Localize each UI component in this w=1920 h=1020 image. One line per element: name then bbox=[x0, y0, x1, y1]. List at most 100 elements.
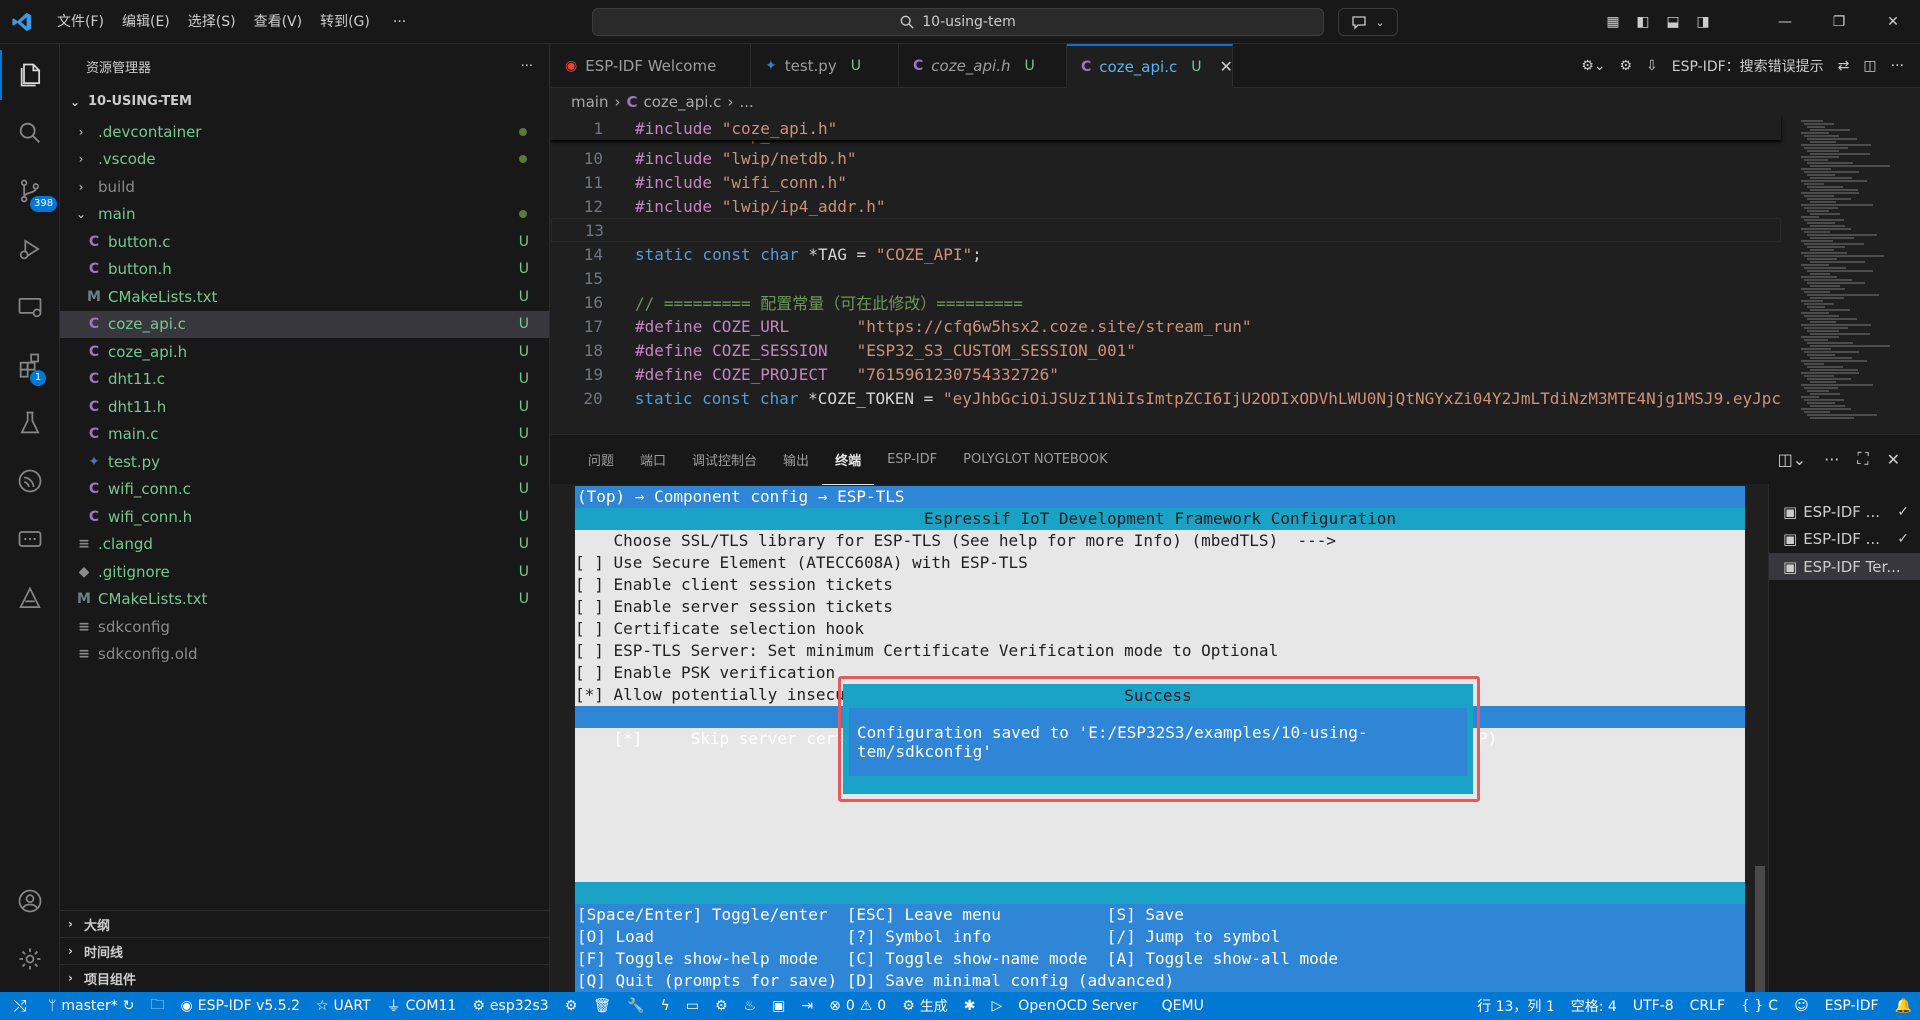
terminal-instance[interactable]: ▣ ESP-IDF ... ✓ bbox=[1769, 498, 1920, 525]
breadcrumb-folder[interactable]: main bbox=[571, 93, 608, 111]
explorer-icon[interactable] bbox=[0, 50, 60, 100]
code-line[interactable]: 13 bbox=[551, 218, 1781, 242]
full-clean-icon[interactable]: 🗑 bbox=[585, 992, 619, 1020]
code-line[interactable]: 18 #define COZE_SESSION "ESP32_S3_CUSTOM_… bbox=[551, 338, 1781, 362]
tree-item[interactable]: ◆ .gitignore U bbox=[60, 558, 549, 585]
flash-lightning-icon[interactable]: ϟ bbox=[653, 992, 678, 1020]
menu-go[interactable]: 转到(G) bbox=[311, 0, 379, 44]
menuconfig-option[interactable]: [ ] Enable client session tickets bbox=[575, 574, 1745, 596]
panel-tab[interactable]: 调试控制台 bbox=[679, 435, 770, 485]
toggle-secondary-icon[interactable]: ◨ bbox=[1688, 14, 1718, 30]
terminal-icon[interactable]: ▣ bbox=[764, 992, 793, 1020]
restore-icon[interactable]: ❐ bbox=[1812, 14, 1866, 30]
menuconfig-option[interactable]: [ ] ESP-TLS Server: Set minimum Certific… bbox=[575, 640, 1745, 662]
git-branch[interactable]: ᛘ master* ↻ bbox=[40, 992, 143, 1020]
tree-item[interactable]: Cwifi_conn.h U bbox=[60, 503, 549, 530]
project-components-section[interactable]: › 项目组件 bbox=[60, 964, 549, 991]
tree-item[interactable]: Ccoze_api.h U bbox=[60, 338, 549, 365]
toggle-panel-icon[interactable]: ⬓ bbox=[1658, 14, 1688, 30]
code-line[interactable]: 15 bbox=[551, 266, 1781, 290]
panel-tab[interactable]: 问题 bbox=[575, 435, 627, 485]
command-center-search[interactable]: 10-using-tem bbox=[592, 8, 1324, 36]
play-icon[interactable]: ▷ bbox=[984, 992, 1011, 1020]
menu-view[interactable]: 查看(V) bbox=[245, 0, 312, 44]
build-button[interactable]: ⚙ 生成 bbox=[894, 992, 956, 1020]
code-line[interactable]: 17 #define COZE_URL "https://cfq6w5hsx2.c… bbox=[551, 314, 1781, 338]
success-dialog[interactable]: Success Configuration saved to 'E:/ESP32… bbox=[843, 684, 1473, 794]
breadcrumb-symbol[interactable]: ... bbox=[739, 93, 753, 111]
debug-icon[interactable]: ⚙ bbox=[707, 992, 736, 1020]
open-icon[interactable]: ⇥ bbox=[793, 992, 821, 1020]
monitor-icon[interactable]: ▭ bbox=[678, 992, 707, 1020]
split-terminal-icon[interactable]: ◫⌄ bbox=[1778, 450, 1807, 469]
breadcrumb-file[interactable]: coze_api.c bbox=[644, 93, 722, 111]
panel-tab[interactable]: 终端 bbox=[822, 435, 875, 485]
download-icon[interactable]: ⇩ bbox=[1646, 58, 1658, 74]
code-line[interactable]: 20 static const char *COZE_TOKEN = "eyJhb… bbox=[551, 386, 1781, 410]
flame-icon[interactable]: ♨ bbox=[736, 992, 765, 1020]
tree-item[interactable]: M CMakeLists.txt U bbox=[60, 586, 549, 613]
run-debug-icon[interactable] bbox=[0, 224, 60, 274]
code-editor[interactable]: 1#include "coze_api.h" 8#include "esp_ti… bbox=[551, 116, 1920, 434]
timeline-section[interactable]: › 时间线 bbox=[60, 937, 549, 964]
tree-item[interactable]: Cwifi_conn.c U bbox=[60, 476, 549, 503]
terminal-instance[interactable]: ▣ ESP-IDF Ter... bbox=[1769, 553, 1920, 580]
bug-icon[interactable]: ✱ bbox=[956, 992, 984, 1020]
tree-item[interactable]: M CMakeLists.txt U bbox=[60, 283, 549, 310]
menu-more[interactable]: ··· bbox=[379, 0, 420, 44]
cursor-position[interactable]: 行 13，列 1 bbox=[1469, 992, 1563, 1020]
outline-section[interactable]: › 大纲 bbox=[60, 910, 549, 937]
tree-item[interactable]: ⌄ main bbox=[60, 201, 549, 228]
code-line[interactable]: 19 #define COZE_PROJECT "7615961230754332… bbox=[551, 362, 1781, 386]
idf-explorer-icon[interactable] bbox=[0, 574, 60, 624]
notifications-bell-icon[interactable]: 🔔 bbox=[1887, 992, 1920, 1020]
indentation[interactable]: 空格: 4 bbox=[1563, 992, 1625, 1020]
tree-item[interactable]: › .devcontainer bbox=[60, 118, 549, 145]
scrollbar-thumb[interactable] bbox=[1755, 866, 1765, 992]
search-icon[interactable] bbox=[0, 108, 60, 158]
tree-item[interactable]: ≡ .clangd U bbox=[60, 531, 549, 558]
testing-icon[interactable] bbox=[0, 398, 60, 448]
editor-tab[interactable]: Ccoze_api.c U ✕ bbox=[1067, 44, 1233, 88]
layout-icon[interactable]: ▦ bbox=[1598, 14, 1628, 30]
editor-tab[interactable]: Ccoze_api.h U bbox=[899, 44, 1067, 88]
tree-item[interactable]: Cbutton.h U bbox=[60, 256, 549, 283]
code-line[interactable]: 12 #include "lwip/ip4_addr.h" bbox=[551, 194, 1781, 218]
settings-gear-icon[interactable] bbox=[0, 934, 60, 984]
terminal-scrollbar[interactable] bbox=[1755, 486, 1765, 992]
menuconfig-option[interactable]: [ ] Certificate selection hook bbox=[575, 618, 1745, 640]
tree-item[interactable]: Cbutton.c U bbox=[60, 228, 549, 255]
build-wrench-icon[interactable]: 🔧 bbox=[619, 992, 652, 1020]
tree-item[interactable]: › build bbox=[60, 173, 549, 200]
close-window-icon[interactable]: ✕ bbox=[1866, 14, 1920, 30]
panel-tab[interactable]: ESP-IDF bbox=[874, 435, 950, 485]
tree-item[interactable]: ≡ sdkconfig.old bbox=[60, 641, 549, 668]
esp-idf-error-hint[interactable]: ESP-IDF：搜索错误提示 bbox=[1672, 56, 1824, 76]
tree-item[interactable]: Cdht11.c U bbox=[60, 366, 549, 393]
menuconfig-option[interactable]: [ ] Use Secure Element (ATECC608A) with … bbox=[575, 552, 1745, 574]
menu-file[interactable]: 文件(F) bbox=[48, 0, 113, 44]
copilot-button[interactable]: ⌄ bbox=[1338, 8, 1398, 36]
menuconfig-option[interactable]: [ ] Enable server session tickets bbox=[575, 596, 1745, 618]
target-chip[interactable]: ⚙ esp32s3 bbox=[464, 992, 556, 1020]
minimap[interactable] bbox=[1781, 116, 1920, 434]
explorer-more-button[interactable]: ··· bbox=[521, 59, 533, 74]
openocd-server[interactable]: OpenOCD Server bbox=[1010, 992, 1145, 1020]
problems-indicator[interactable]: ⊗ 0 ⚠ 0 bbox=[821, 992, 894, 1020]
sticky-scroll-line[interactable]: 1 #include "coze_api.h" bbox=[551, 116, 1781, 140]
tree-item[interactable]: Cdht11.h U bbox=[60, 393, 549, 420]
code-line[interactable]: 11 #include "wifi_conn.h" bbox=[551, 170, 1781, 194]
source-control-icon[interactable]: 398 bbox=[0, 166, 60, 216]
qemu-button[interactable]: QEMU bbox=[1154, 992, 1212, 1020]
split-editor-icon[interactable]: ◫ bbox=[1863, 58, 1876, 74]
panel-tab[interactable]: 输出 bbox=[770, 435, 822, 485]
tree-item[interactable]: Ccoze_api.c U bbox=[60, 310, 549, 338]
panel-tab[interactable]: POLYGLOT NOTEBOOK bbox=[950, 435, 1120, 485]
remote-explorer-icon[interactable] bbox=[0, 282, 60, 332]
extensions-icon[interactable]: 1 bbox=[0, 340, 60, 390]
close-icon[interactable]: ✕ bbox=[1219, 57, 1232, 76]
idf-version[interactable]: ◉ ESP-IDF v5.5.2 bbox=[173, 992, 308, 1020]
espressif-icon[interactable] bbox=[0, 456, 60, 506]
encoding[interactable]: UTF-8 bbox=[1625, 992, 1682, 1020]
menu-edit[interactable]: 编辑(E) bbox=[113, 0, 179, 44]
